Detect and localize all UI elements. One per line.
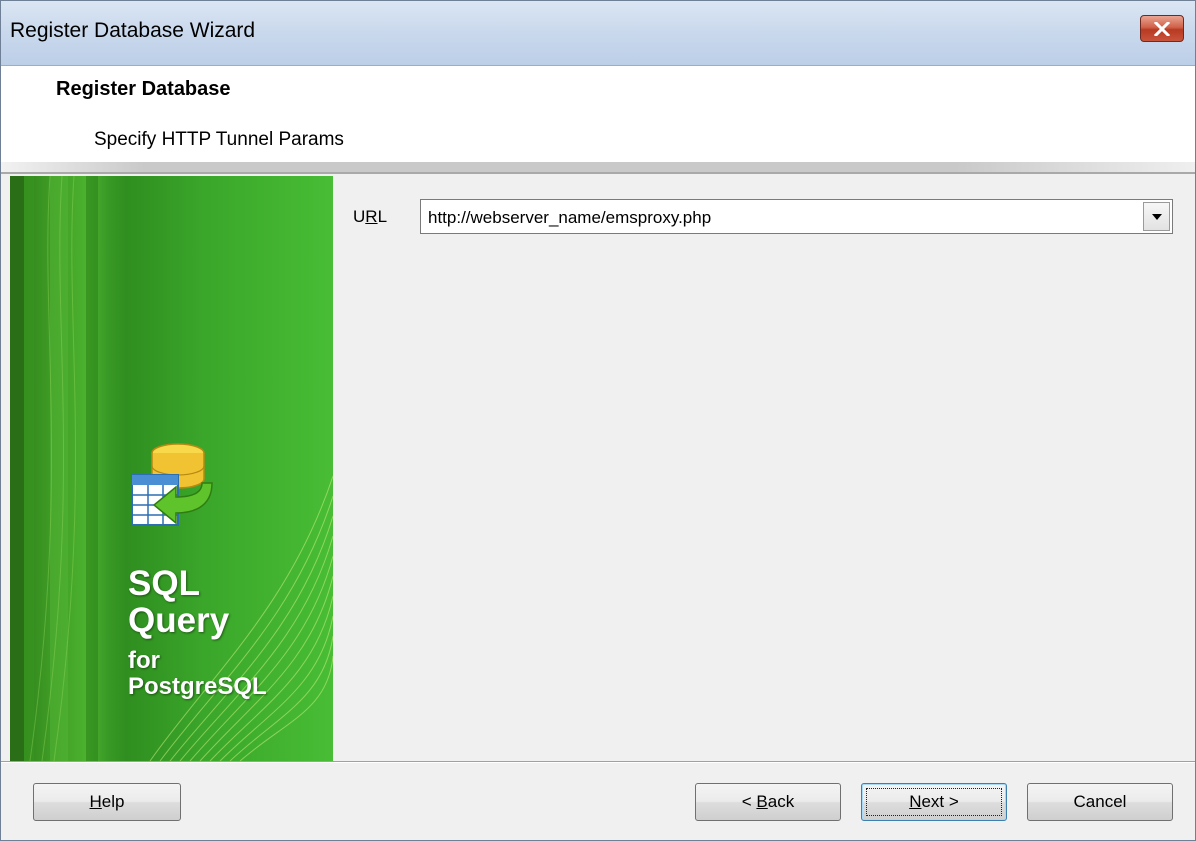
help-label: elp	[101, 792, 125, 811]
back-label: ack	[767, 792, 795, 811]
database-import-icon	[131, 443, 213, 526]
wizard-header: Register Database Specify HTTP Tunnel Pa…	[1, 66, 1195, 162]
url-label-accelerator: R	[365, 207, 378, 226]
focus-rectangle	[866, 788, 1002, 816]
next-button[interactable]: Next >	[861, 783, 1007, 821]
banner-line-postgresql: PostgreSQL	[128, 673, 267, 700]
url-label: URL	[353, 207, 387, 227]
banner-line-for: for	[128, 647, 160, 674]
product-banner: SQL Query for PostgreSQL	[10, 176, 333, 761]
cancel-button[interactable]: Cancel	[1027, 783, 1173, 821]
back-accelerator: B	[756, 792, 768, 811]
wizard-window: Register Database Wizard Register Databa…	[0, 0, 1196, 841]
url-label-part: L	[377, 207, 388, 226]
url-label-part: U	[353, 207, 366, 226]
footer-divider	[1, 761, 1195, 763]
back-button[interactable]: < Back	[695, 783, 841, 821]
help-accelerator: H	[89, 792, 102, 811]
chevron-down-icon	[1151, 213, 1162, 220]
url-combobox[interactable]: http://webserver_name/emsproxy.php	[420, 199, 1173, 234]
banner-line-query: Query	[128, 601, 230, 640]
url-input[interactable]: http://webserver_name/emsproxy.php	[428, 208, 711, 228]
header-divider	[1, 162, 1195, 174]
back-label-prefix: <	[741, 792, 757, 811]
step-title: Register Database	[56, 78, 231, 100]
help-button[interactable]: Help	[33, 783, 181, 821]
close-button[interactable]	[1140, 15, 1184, 42]
title-bar[interactable]: Register Database Wizard	[1, 1, 1195, 66]
banner-line-sql: SQL	[128, 564, 200, 603]
url-dropdown-button[interactable]	[1143, 202, 1170, 231]
close-icon	[1154, 21, 1170, 36]
window-title: Register Database Wizard	[10, 19, 256, 42]
cancel-label: Cancel	[1073, 792, 1127, 811]
step-subtitle: Specify HTTP Tunnel Params	[94, 129, 344, 150]
